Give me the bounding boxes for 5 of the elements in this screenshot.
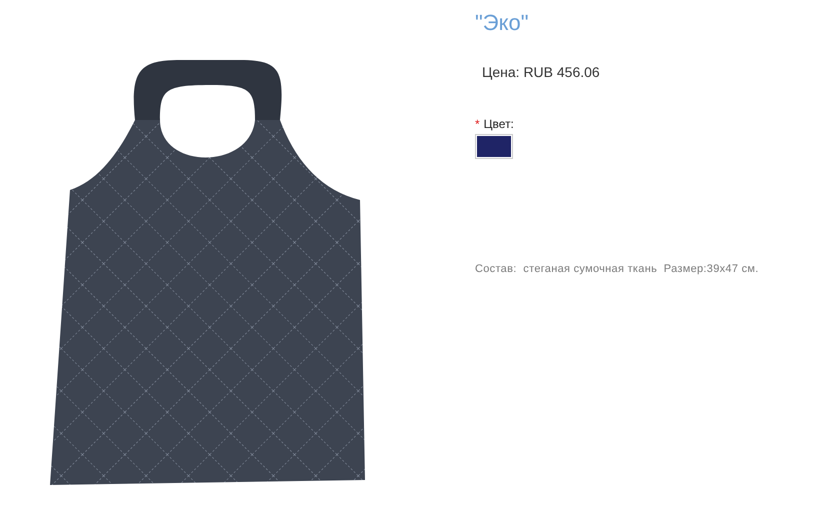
color-label: Цвет: [484, 117, 514, 131]
required-mark: * [475, 117, 480, 131]
product-title: "Эко" [475, 10, 530, 36]
description-text: Состав: стеганая сумочная ткань Размер:39x47 см. [475, 262, 760, 277]
price-text: Цена: RUB 456.06 [482, 64, 601, 80]
